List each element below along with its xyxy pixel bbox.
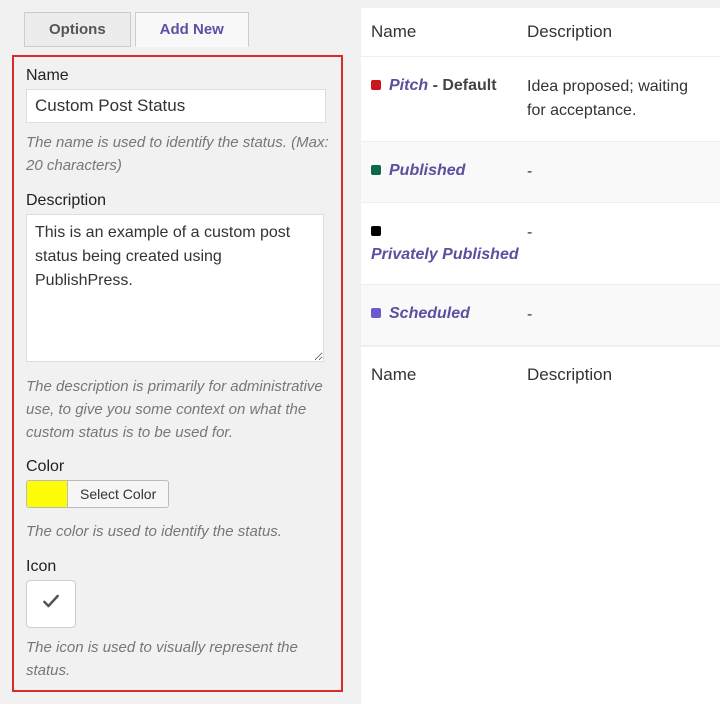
color-label: Color [26,458,329,476]
cell-description: - [527,221,710,245]
name-help: The name is used to identify the status.… [26,131,329,178]
cell-description: - [527,303,710,327]
status-default-suffix: - Default [428,77,496,94]
table-row: Scheduled - [361,285,720,346]
status-table: Name Description Pitch - Default Idea pro… [361,8,720,704]
check-icon [41,591,61,616]
color-help: The color is used to identify the status… [26,520,329,543]
cell-name: Published [371,160,527,182]
status-color-dot [371,226,381,236]
status-color-dot [371,165,381,175]
tab-add-new[interactable]: Add New [135,12,249,47]
th-description: Description [527,22,710,42]
status-name-wrap: Published [389,160,465,182]
table-body: Pitch - Default Idea proposed; waiting fo… [361,57,720,346]
cell-description: Idea proposed; waiting for acceptance. [527,75,710,123]
cell-name: Scheduled [371,303,527,325]
status-color-dot [371,308,381,318]
status-link[interactable]: Pitch [389,77,428,94]
cell-name: Pitch - Default [371,75,527,97]
description-help: The description is primarily for adminis… [26,375,329,445]
table-row: Published - [361,142,720,203]
tabs: Options Add New [24,12,343,47]
table-footer: Name Description [361,346,720,403]
status-link[interactable]: Published [389,162,465,179]
status-name-wrap: Privately Published [371,244,519,266]
icon-help: The icon is used to visually represent t… [26,636,329,683]
status-name-wrap: Pitch - Default [389,75,497,97]
status-link[interactable]: Privately Published [371,246,519,263]
description-label: Description [26,192,329,210]
status-name-wrap: Scheduled [389,303,470,325]
tf-description: Description [527,365,710,385]
status-link[interactable]: Scheduled [389,305,470,322]
color-swatch [27,481,67,507]
color-picker[interactable]: Select Color [26,480,169,508]
icon-picker[interactable] [26,580,76,628]
status-color-dot [371,80,381,90]
name-label: Name [26,67,329,85]
table-header: Name Description [361,8,720,57]
icon-label: Icon [26,558,329,576]
table-row: Privately Published- [361,203,720,285]
select-color-button[interactable]: Select Color [67,481,168,507]
cell-name: Privately Published [371,221,527,266]
add-new-form: Name The name is used to identify the st… [12,55,343,692]
tab-options[interactable]: Options [24,12,131,47]
table-row: Pitch - Default Idea proposed; waiting fo… [361,57,720,142]
cell-description: - [527,160,710,184]
tf-name: Name [371,365,527,385]
description-input[interactable] [26,214,324,362]
th-name: Name [371,22,527,42]
name-input[interactable] [26,89,326,123]
